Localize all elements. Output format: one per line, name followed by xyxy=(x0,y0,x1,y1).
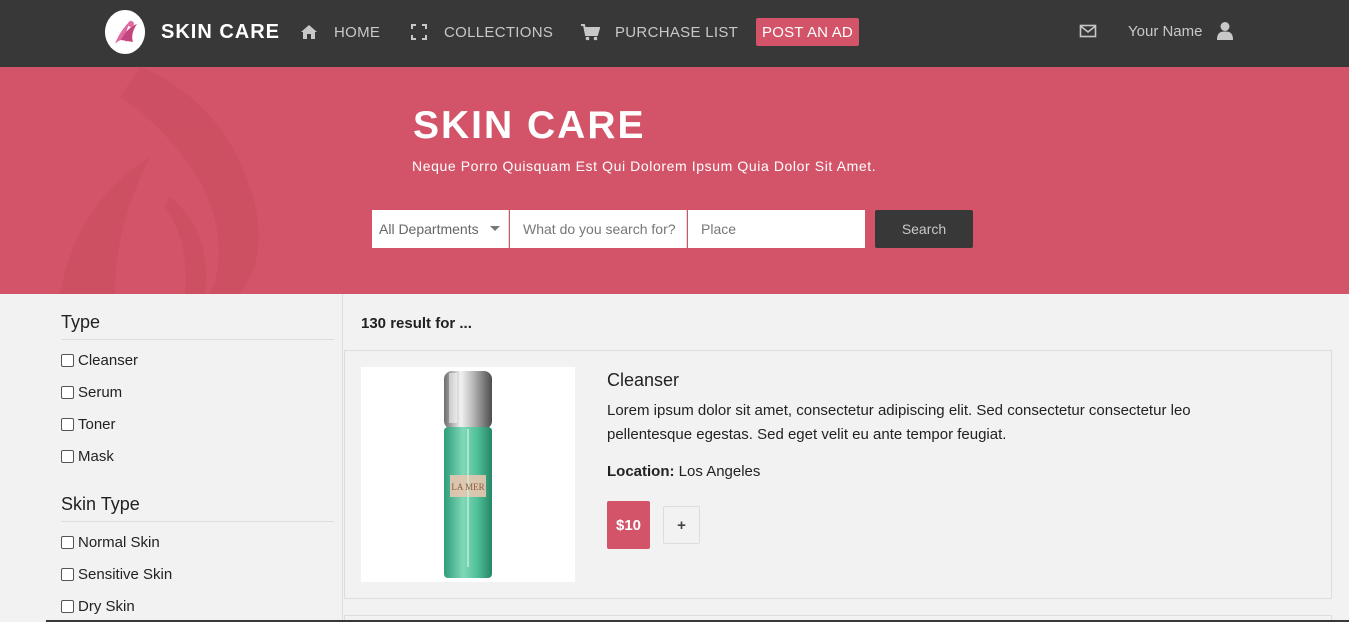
brand-name[interactable]: SKIN CARE xyxy=(161,21,280,44)
home-icon xyxy=(299,22,319,42)
product-bottle-label: LA MER xyxy=(451,482,485,492)
brand-logo-icon[interactable] xyxy=(105,10,145,54)
filter-option-mask[interactable]: Mask xyxy=(61,448,114,465)
divider xyxy=(61,521,334,522)
filter-option-cleanser[interactable]: Cleanser xyxy=(61,352,138,369)
product-title[interactable]: Cleanser xyxy=(607,370,679,391)
mail-icon[interactable] xyxy=(1079,23,1097,39)
filter-option-label: Mask xyxy=(78,448,114,465)
filter-option-label: Sensitive Skin xyxy=(78,566,173,583)
filter-title-skin-type: Skin Type xyxy=(61,494,140,514)
filter-option-sensitive-skin[interactable]: Sensitive Skin xyxy=(61,566,172,583)
cart-icon xyxy=(580,22,600,42)
caret-down-icon xyxy=(490,226,500,231)
filter-sidebar: Type Cleanser Serum Toner Mask Skin Type… xyxy=(0,294,343,622)
place-input[interactable] xyxy=(688,210,865,248)
checkbox[interactable] xyxy=(61,418,74,431)
filter-option-serum[interactable]: Serum xyxy=(61,384,122,401)
product-card[interactable]: LA MER Cleanser Lorem ipsum dolor sit am… xyxy=(344,350,1332,599)
filter-option-label: Serum xyxy=(78,384,123,401)
department-select[interactable]: All Departments xyxy=(372,210,509,248)
nav-home-label: HOME xyxy=(334,23,381,41)
filter-option-toner[interactable]: Toner xyxy=(61,416,116,433)
filter-option-label: Cleanser xyxy=(78,352,139,369)
checkbox[interactable] xyxy=(61,450,74,463)
hero-decoration-icon xyxy=(60,67,259,294)
checkbox[interactable] xyxy=(61,568,74,581)
filter-option-dry-skin[interactable]: Dry Skin xyxy=(61,598,135,615)
checkbox[interactable] xyxy=(61,600,74,613)
top-navbar: SKIN CARE HOME COLLECTIONS PURCHASE LIST… xyxy=(0,0,1349,67)
divider xyxy=(61,339,334,340)
location-label: Location: xyxy=(607,463,675,480)
price-badge: $10 xyxy=(607,501,650,549)
checkbox[interactable] xyxy=(61,354,74,367)
nav-purchase-list[interactable]: PURCHASE LIST xyxy=(580,22,738,42)
user-name-link[interactable]: Your Name xyxy=(1128,23,1203,40)
product-image[interactable]: LA MER xyxy=(361,367,575,582)
nav-home[interactable]: HOME xyxy=(299,22,380,42)
search-button[interactable]: Search xyxy=(875,210,973,248)
post-ad-button[interactable]: POST AN AD xyxy=(756,18,859,46)
results-count: 130 result for ... xyxy=(361,315,472,332)
product-location: Location: Los Angeles xyxy=(607,463,760,480)
hero-title: SKIN CARE xyxy=(413,104,646,147)
search-input[interactable] xyxy=(510,210,687,248)
hero-banner: SKIN CARE Neque Porro Quisquam Est Qui D… xyxy=(0,67,1349,294)
filter-option-label: Toner xyxy=(78,416,116,433)
checkbox[interactable] xyxy=(61,386,74,399)
nav-collections-label: COLLECTIONS xyxy=(444,23,554,41)
add-to-list-button[interactable]: + xyxy=(663,506,700,544)
filter-title-type: Type xyxy=(61,312,101,332)
product-description: Lorem ipsum dolor sit amet, consectetur … xyxy=(607,402,1191,443)
nav-collections[interactable]: COLLECTIONS xyxy=(409,22,553,42)
filter-option-normal-skin[interactable]: Normal Skin xyxy=(61,534,160,551)
expand-icon xyxy=(409,22,429,42)
nav-purchase-list-label: PURCHASE LIST xyxy=(615,23,739,41)
user-icon[interactable] xyxy=(1216,21,1234,41)
filter-option-label: Normal Skin xyxy=(78,534,160,551)
location-value: Los Angeles xyxy=(678,463,761,480)
department-select-value: All Departments xyxy=(379,221,479,237)
filter-option-label: Dry Skin xyxy=(78,598,135,615)
hero-subtitle: Neque Porro Quisquam Est Qui Dolorem Ips… xyxy=(412,158,877,174)
checkbox[interactable] xyxy=(61,536,74,549)
